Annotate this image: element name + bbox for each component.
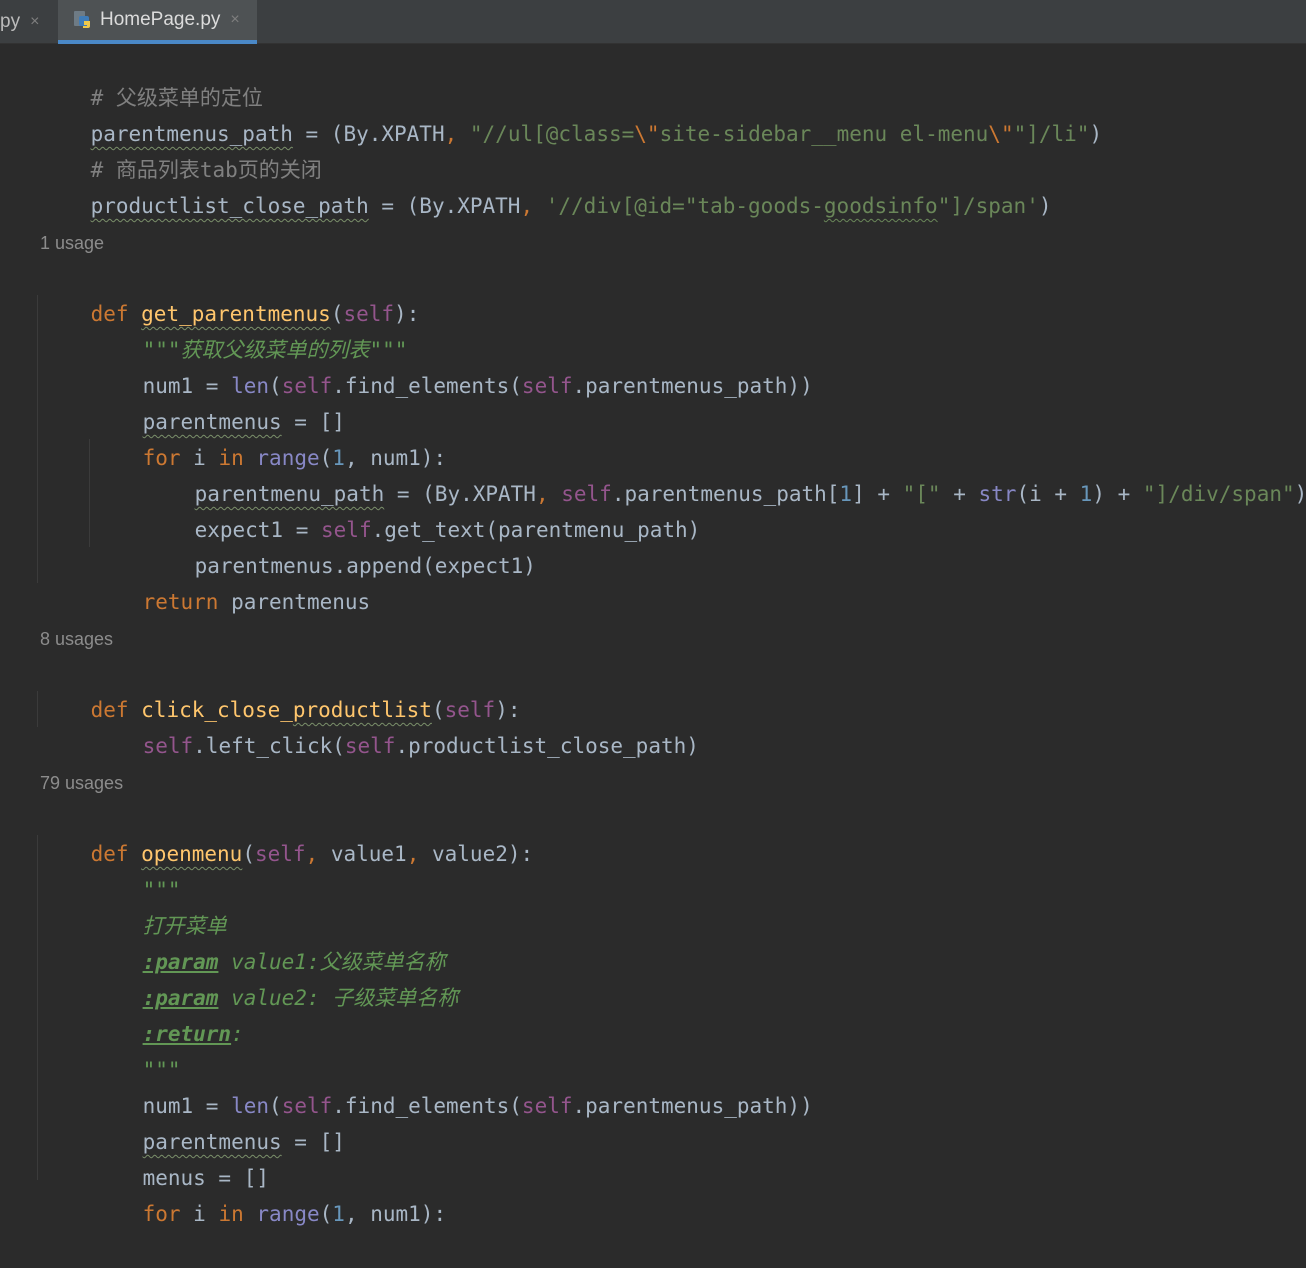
string: "]/li" xyxy=(1013,122,1090,146)
tab-label: py xyxy=(0,10,21,32)
usage-hint[interactable]: 79 usages xyxy=(40,768,123,798)
string: "]/span' xyxy=(937,194,1039,218)
code-text: .parentmenus_path)) xyxy=(572,374,813,398)
variable: productlist_close_path xyxy=(90,194,369,218)
code-line[interactable]: for i in range(1, num1): xyxy=(92,404,447,470)
code-line[interactable]: """ xyxy=(92,1016,181,1082)
indent-guide xyxy=(37,295,38,583)
parameter: value2 xyxy=(432,842,508,866)
code-editor[interactable]: # 父级菜单的定位 parentmenus_path = (By.XPATH, … xyxy=(0,44,1306,1226)
code-line[interactable]: def get_parentmenus(self): xyxy=(40,260,420,326)
code-line[interactable]: menus = [] xyxy=(92,1124,269,1190)
code-text: .productlist_close_path) xyxy=(395,734,699,758)
code-text: + xyxy=(940,482,979,506)
string: site-sidebar__menu el-menu xyxy=(659,122,989,146)
docstring: value2: 子级菜单名称 xyxy=(218,986,459,1010)
code-line[interactable]: :param value1:父级菜单名称 xyxy=(92,908,446,974)
code-text: = (By.XPATH xyxy=(368,194,521,218)
escape: \" xyxy=(634,122,660,146)
editor-tab-bar: py × HomePage.py × xyxy=(0,0,1306,44)
number: 1 xyxy=(332,1202,345,1226)
docstring: : xyxy=(231,1022,244,1046)
code-line[interactable]: expect1 = self.get_text(parentmenu_path) xyxy=(144,476,701,542)
punct: , xyxy=(406,842,432,866)
code-text: ] + xyxy=(852,482,903,506)
code-text: i xyxy=(180,1202,219,1226)
code-line[interactable]: def openmenu(self, value1, value2): xyxy=(40,800,534,866)
code-text: ) xyxy=(1295,482,1306,506)
builtin: str xyxy=(978,482,1017,506)
code-line[interactable]: # 父级菜单的定位 xyxy=(40,44,263,110)
string: "[" xyxy=(902,482,941,506)
code-line[interactable]: for i in range(1, num1): xyxy=(92,1160,447,1226)
self-param: self xyxy=(521,374,573,398)
self-param: self xyxy=(254,842,306,866)
code-text: .find_elements( xyxy=(332,1094,522,1118)
string: "]/div/span" xyxy=(1142,482,1295,506)
code-line[interactable]: return parentmenus xyxy=(92,548,371,614)
code-line[interactable]: parentmenus_path = (By.XPATH, "//ul[@cla… xyxy=(40,80,1103,146)
close-icon[interactable]: × xyxy=(230,11,239,29)
tab-label: HomePage.py xyxy=(100,9,221,30)
usage-hint[interactable]: 1 usage xyxy=(40,228,104,258)
code-line[interactable]: parentmenus = [] xyxy=(92,1088,345,1154)
code-text: parentmenus xyxy=(218,590,371,614)
indent-guide xyxy=(37,691,38,727)
tab-homepage-py[interactable]: HomePage.py × xyxy=(58,0,257,44)
code-line[interactable]: parentmenu_path = (By.XPATH, self.parent… xyxy=(144,440,1306,506)
code-text: = [] xyxy=(281,1130,345,1154)
string: "//ul[@class= xyxy=(469,122,635,146)
self-param: self xyxy=(344,734,396,758)
tab-previous-file[interactable]: py × xyxy=(0,0,56,43)
close-icon[interactable]: × xyxy=(30,13,39,31)
code-line[interactable]: def click_close_productlist(self): xyxy=(40,656,521,722)
code-text: , num1): xyxy=(344,1202,447,1226)
code-line[interactable]: self.left_click(self.productlist_close_p… xyxy=(92,692,699,758)
punct: , xyxy=(444,122,470,146)
punct: , xyxy=(520,194,546,218)
code-text: ) + xyxy=(1092,482,1143,506)
escape: \" xyxy=(988,122,1014,146)
code-line[interactable]: num1 = len(self.find_elements(self.paren… xyxy=(92,1052,813,1118)
code-line[interactable]: num1 = len(self.find_elements(self.paren… xyxy=(92,332,813,398)
code-text: ( xyxy=(319,1202,333,1226)
code-line[interactable]: 打开菜单 xyxy=(92,872,227,938)
usage-hint[interactable]: 8 usages xyxy=(40,624,113,654)
code-text: ) xyxy=(1089,122,1103,146)
code-line[interactable]: parentmenus = [] xyxy=(92,368,345,434)
code-line[interactable]: :return: xyxy=(92,980,244,1046)
code-text: .left_click( xyxy=(193,734,345,758)
code-line[interactable]: parentmenus.append(expect1) xyxy=(144,512,536,578)
code-line[interactable]: :param value2: 子级菜单名称 xyxy=(92,944,459,1010)
keyword: return xyxy=(142,590,219,614)
code-line[interactable]: """ xyxy=(92,836,181,902)
python-file-icon xyxy=(72,10,92,30)
keyword: in xyxy=(218,1202,244,1226)
code-text: (i + xyxy=(1016,482,1080,506)
punct: , xyxy=(305,842,331,866)
number: 1 xyxy=(1079,482,1093,506)
code-text: .parentmenus_path)) xyxy=(572,1094,813,1118)
indent-guide xyxy=(37,835,38,1180)
code-line[interactable]: productlist_close_path = (By.XPATH, '//d… xyxy=(40,152,1052,218)
code-line[interactable]: """获取父级菜单的列表""" xyxy=(92,296,408,362)
parameter: value1 xyxy=(330,842,407,866)
self-param: self xyxy=(521,1094,573,1118)
builtin: range xyxy=(256,1202,320,1226)
code-text: ): xyxy=(507,842,534,866)
code-text: .find_elements( xyxy=(332,374,522,398)
number: 1 xyxy=(839,482,853,506)
code-line[interactable]: # 商品列表tab页的关闭 xyxy=(40,116,322,182)
code-text: ) xyxy=(1038,194,1052,218)
keyword: for xyxy=(142,1202,181,1226)
indent-guide xyxy=(89,439,90,547)
string: '//div[@id="tab-goods- xyxy=(545,194,824,218)
code-text: ( xyxy=(242,842,255,866)
self-param: self xyxy=(142,734,194,758)
string: goodsinfo xyxy=(823,194,938,218)
